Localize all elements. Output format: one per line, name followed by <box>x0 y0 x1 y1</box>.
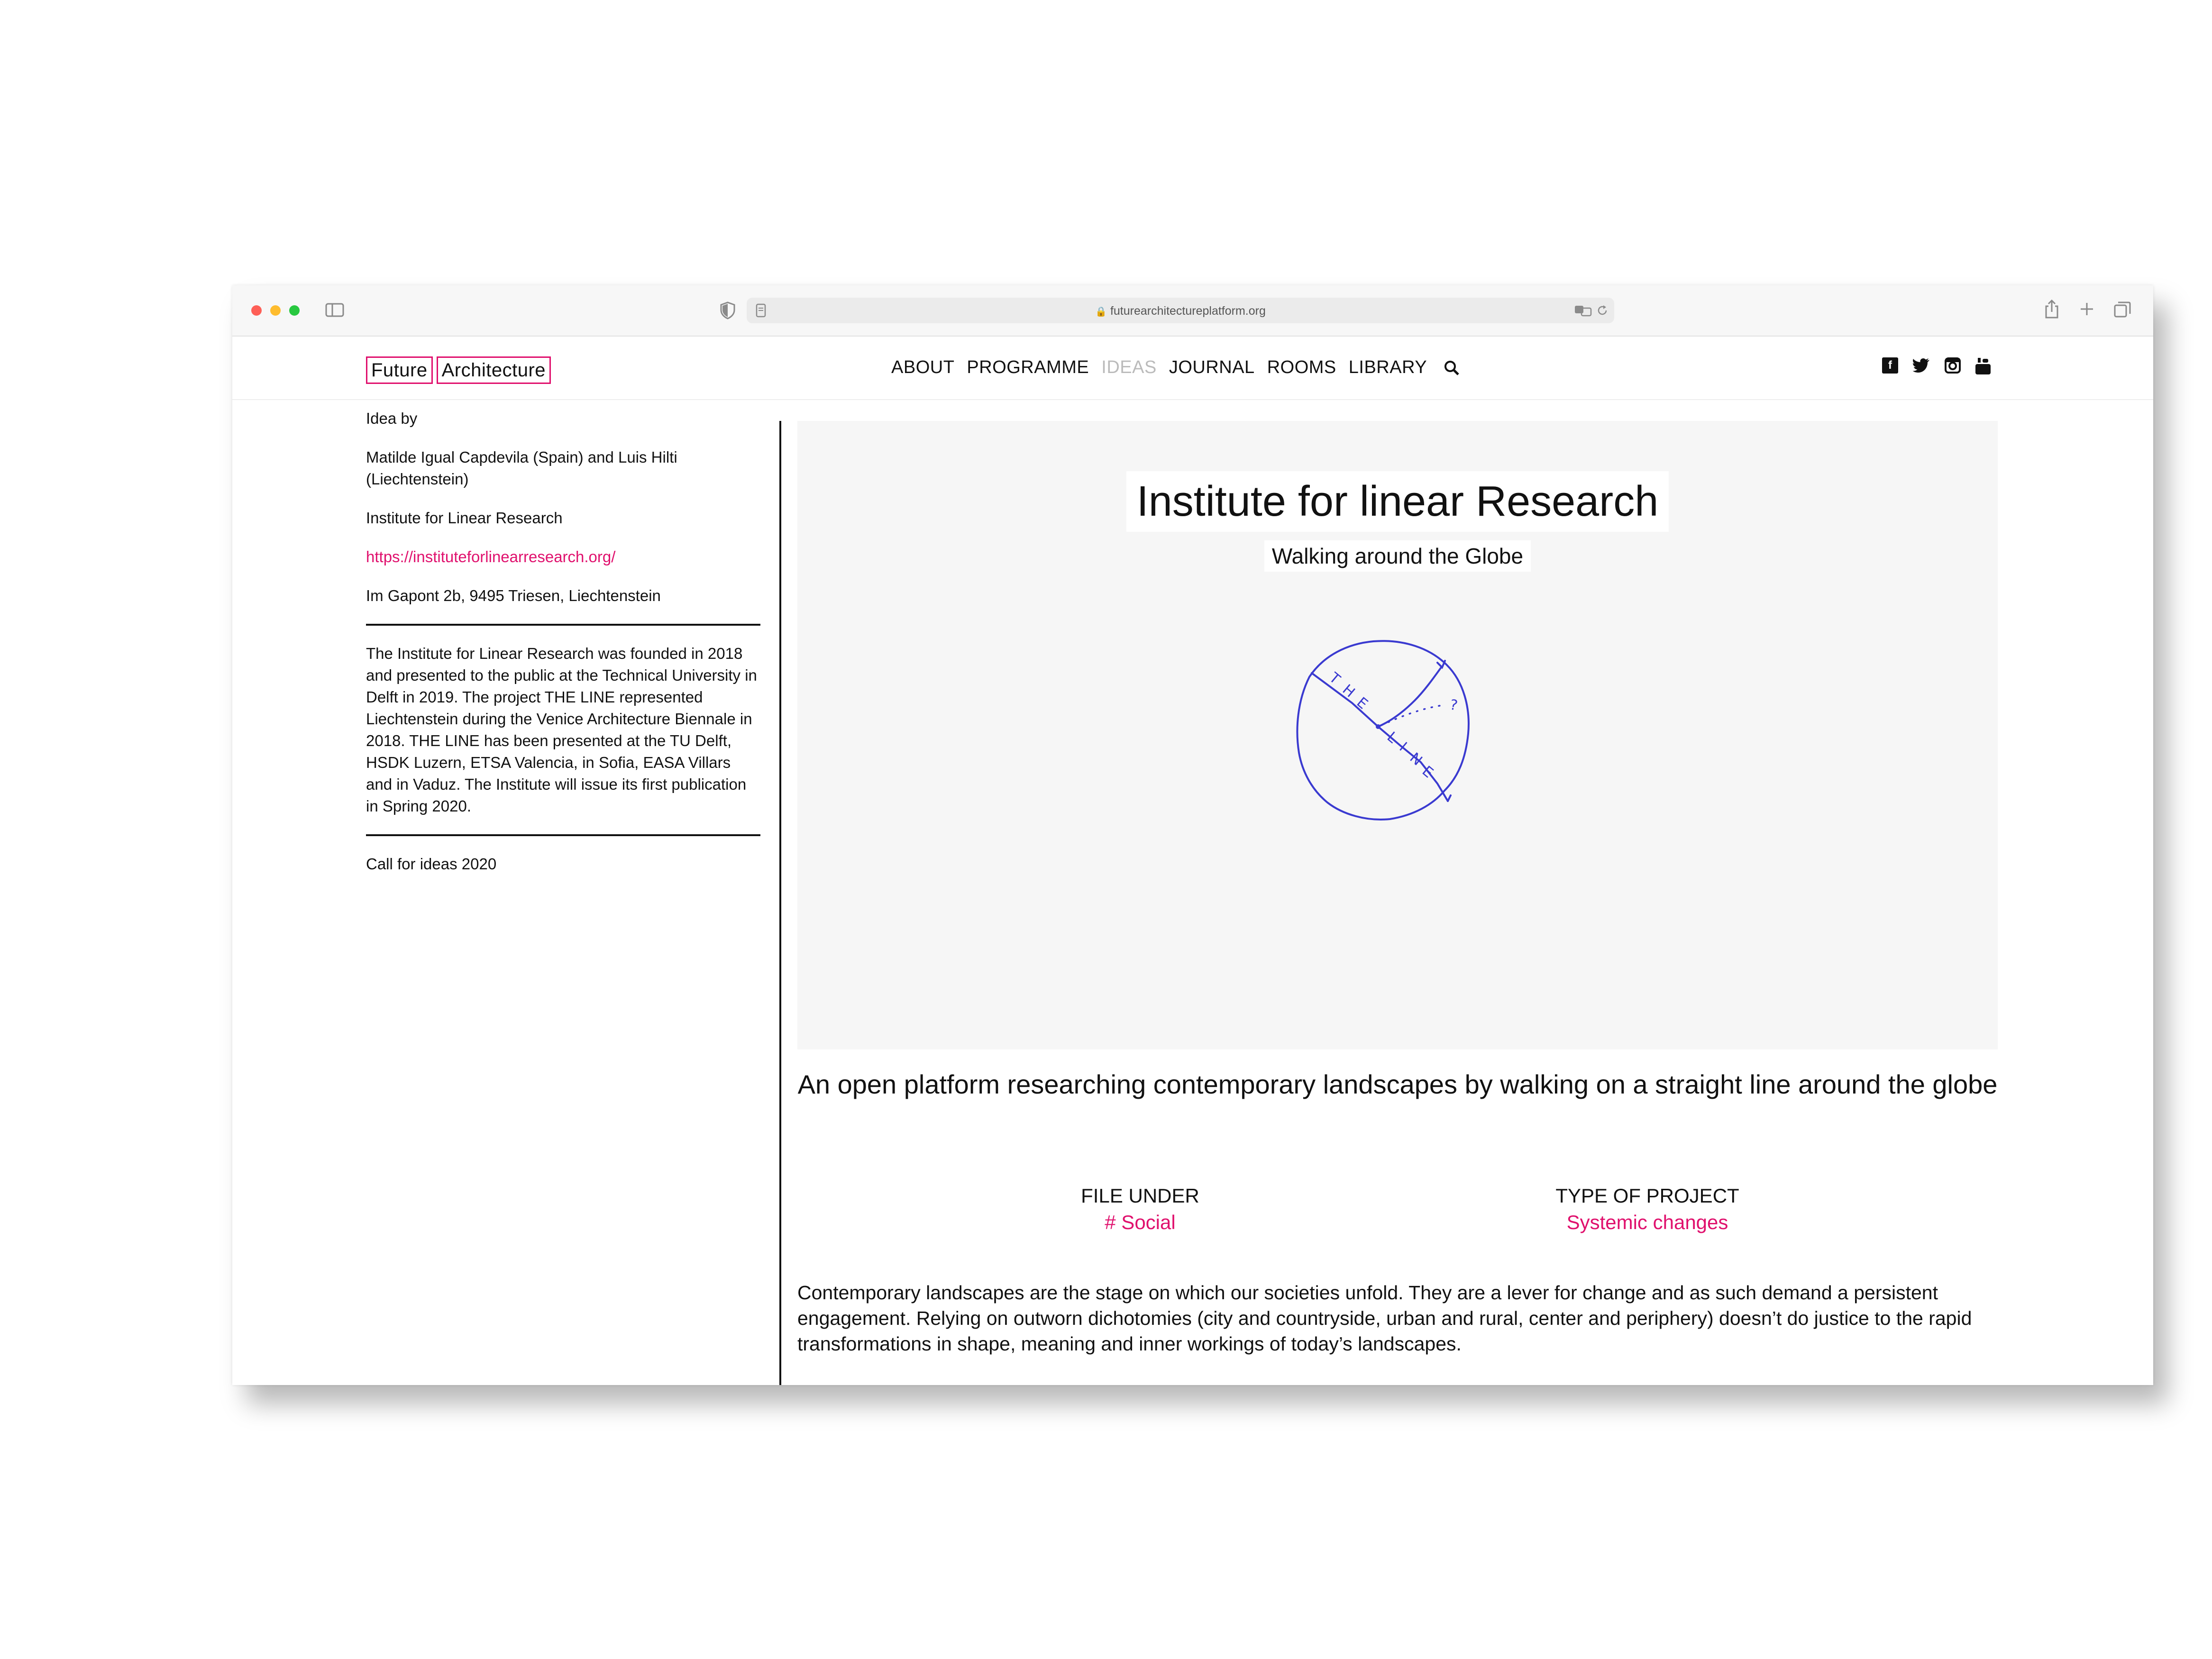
tab-overview-icon[interactable] <box>2113 301 2131 319</box>
zoom-window-button[interactable] <box>289 305 300 316</box>
column-divider <box>779 421 781 1385</box>
project-type-tag[interactable]: Systemic changes <box>1505 1209 1790 1236</box>
new-tab-icon[interactable] <box>2079 301 2094 317</box>
globe-letter: H <box>1339 681 1358 701</box>
main-navigation: ABOUT PROGRAMME IDEAS JOURNAL ROOMS LIBR… <box>891 357 1460 378</box>
project-tagline: An open platform researching contemporar… <box>797 1069 1998 1099</box>
reload-icon[interactable] <box>1596 304 1609 317</box>
nav-library[interactable]: LIBRARY <box>1349 357 1427 378</box>
globe-letter: ? <box>1449 696 1459 714</box>
project-title: Institute for linear Research <box>797 471 1998 532</box>
instagram-icon[interactable] <box>1945 357 1961 374</box>
translate-icon[interactable] <box>1574 304 1593 317</box>
nav-rooms[interactable]: ROOMS <box>1267 357 1336 378</box>
browser-window: 🔒 futurearchitectureplatform.org Future … <box>232 285 2153 1385</box>
idea-authors: Matilde Igual Capdevila (Spain) and Luis… <box>366 448 677 488</box>
file-under-tag[interactable]: # Social <box>998 1209 1282 1236</box>
file-under: FILE UNDER # Social <box>998 1183 1282 1236</box>
youtube-icon[interactable] <box>1975 357 1991 375</box>
project-type-label: TYPE OF PROJECT <box>1555 1185 1739 1207</box>
idea-organisation: Institute for Linear Research <box>366 509 563 527</box>
globe-letter: E <box>1353 694 1371 712</box>
site-header: Future Architecture ABOUT PROGRAMME IDEA… <box>232 337 2153 400</box>
project-hero: Institute for linear Research Walking ar… <box>797 421 1998 1049</box>
idea-address: Im Gapont 2b, 9495 Triesen, Liechtenstei… <box>366 587 661 604</box>
sidebar-toggle-icon[interactable] <box>325 302 344 318</box>
idea-website-link[interactable]: https://instituteforlinearresearch.org/ <box>366 546 760 568</box>
nav-journal[interactable]: JOURNAL <box>1169 357 1255 378</box>
project-subtitle: Walking around the Globe <box>797 540 1998 572</box>
idea-description: The Institute for Linear Research was fo… <box>366 645 757 815</box>
facebook-icon[interactable]: f <box>1882 357 1898 374</box>
file-under-label: FILE UNDER <box>1081 1185 1199 1207</box>
sidebar-divider <box>366 834 760 836</box>
project-title-text: Institute for linear Research <box>1126 471 1669 532</box>
call-for-ideas[interactable]: Call for ideas 2020 <box>366 853 760 875</box>
browser-toolbar: 🔒 futurearchitectureplatform.org <box>232 285 2153 337</box>
search-icon[interactable] <box>1443 359 1460 376</box>
minimize-window-button[interactable] <box>270 305 281 316</box>
nav-ideas[interactable]: IDEAS <box>1101 357 1157 378</box>
logo-word-architecture: Architecture <box>436 356 551 384</box>
idea-by-label: Idea by <box>366 410 418 427</box>
share-icon[interactable] <box>2044 299 2059 319</box>
site-logo[interactable]: Future Architecture <box>366 356 551 384</box>
address-bar[interactable]: 🔒 futurearchitectureplatform.org <box>747 298 1614 323</box>
idea-sidebar: Idea by Matilde Igual Capdevila (Spain) … <box>366 408 760 892</box>
url-text: 🔒 futurearchitectureplatform.org <box>747 304 1614 318</box>
nav-about[interactable]: ABOUT <box>891 357 954 378</box>
privacy-shield-icon[interactable] <box>720 301 736 319</box>
project-subtitle-text: Walking around the Globe <box>1264 540 1531 572</box>
url-value: futurearchitectureplatform.org <box>1110 304 1266 318</box>
project-type: TYPE OF PROJECT Systemic changes <box>1505 1183 1790 1236</box>
logo-word-future: Future <box>366 356 433 384</box>
twitter-icon[interactable] <box>1912 357 1930 374</box>
the-line-globe-illustration: T H E L I N E ? <box>1296 640 1470 820</box>
nav-programme[interactable]: PROGRAMME <box>967 357 1089 378</box>
sidebar-divider <box>366 624 760 626</box>
project-body-text: Contemporary landscapes are the stage on… <box>797 1282 1972 1355</box>
lock-icon: 🔒 <box>1095 307 1107 317</box>
web-page: Future Architecture ABOUT PROGRAMME IDEA… <box>232 337 2153 1385</box>
close-window-button[interactable] <box>251 305 262 316</box>
social-links: f <box>1882 357 1991 375</box>
